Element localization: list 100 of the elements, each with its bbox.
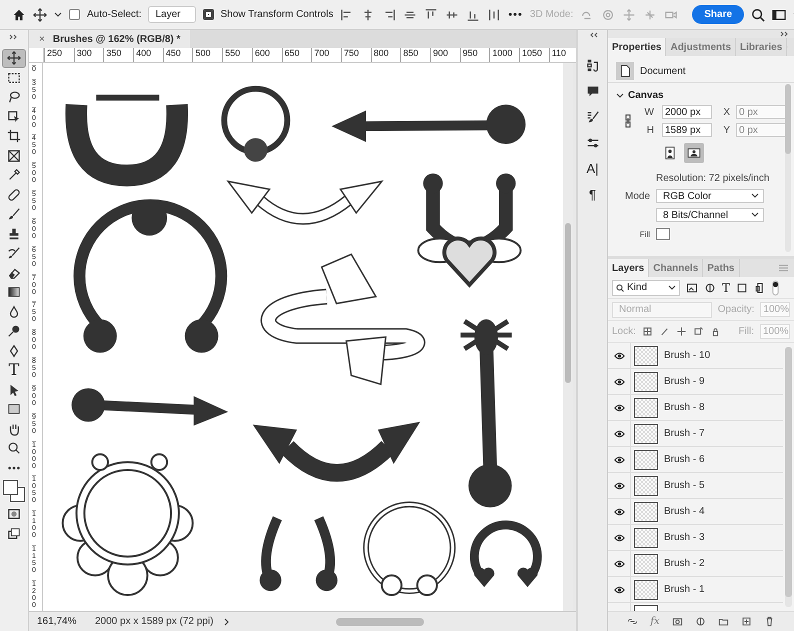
zoom-level[interactable]: 161,74% [37, 616, 85, 627]
panel-tab[interactable]: Layers [608, 259, 650, 277]
document-tab[interactable]: × Brushes @ 162% (RGB/8) * [29, 30, 190, 48]
paragraph-panel-button[interactable]: ¶ [589, 188, 596, 202]
ruler-label: 750 [340, 48, 371, 62]
share-button[interactable]: Share [692, 5, 744, 24]
caret-icon[interactable] [54, 10, 62, 18]
shape-filter-icon[interactable] [736, 282, 748, 294]
layer-row[interactable]: Brush - 3 [608, 525, 783, 551]
lock-option-icon[interactable] [642, 326, 653, 337]
eye-icon[interactable] [614, 352, 624, 360]
section-label: Document [640, 66, 686, 76]
align-icon[interactable] [424, 8, 438, 22]
color-swatches-icon[interactable] [2, 478, 26, 504]
hand-icon [7, 422, 21, 436]
eye-icon[interactable] [614, 560, 624, 568]
eye-icon[interactable] [614, 534, 624, 542]
collapse-icon[interactable] [588, 32, 598, 38]
layer-name: Brush - 3 [664, 532, 705, 543]
eye-icon[interactable] [614, 586, 624, 594]
brush-settings-icon[interactable] [586, 110, 600, 124]
lock-option-icon[interactable] [692, 326, 704, 337]
healing-icon [7, 188, 21, 202]
dimension-field[interactable]: 1589 px [662, 123, 712, 137]
field-label: X [723, 106, 730, 118]
collapse-icon[interactable] [780, 31, 790, 37]
dimension-field[interactable]: 2000 px [662, 105, 712, 119]
filter-dropdown[interactable]: Kind [612, 280, 680, 296]
lasso-icon [7, 90, 21, 104]
layer-action-icon[interactable] [672, 616, 683, 627]
layer-row[interactable]: Brush - 6 [608, 447, 783, 473]
auto-select-checkbox[interactable] [69, 9, 80, 20]
marquee-icon [7, 70, 21, 85]
mode-label: Mode [624, 190, 650, 202]
transform-controls-label: Show Transform Controls [220, 9, 334, 20]
pixel-filter-icon[interactable] [686, 282, 698, 294]
collapse-icon[interactable] [9, 34, 19, 40]
bit-depth-dropdown[interactable]: 8 Bits/Channel [656, 208, 764, 222]
transform-controls-checkbox[interactable] [202, 9, 214, 20]
search-icon[interactable] [751, 8, 766, 22]
target-dropdown[interactable]: Layer [148, 6, 196, 23]
layer-action-icon[interactable] [740, 616, 752, 627]
brush-icon [7, 207, 21, 222]
ruler-label: 850 [400, 48, 430, 62]
layer-row[interactable]: Brush - 1 [608, 577, 783, 603]
layer-row[interactable]: Brush - 8 [608, 395, 783, 421]
home-icon[interactable] [12, 8, 26, 22]
workspace-icon[interactable] [772, 8, 786, 22]
type-filter-button[interactable]: T [722, 280, 730, 294]
layer-action-icon[interactable] [627, 616, 638, 627]
comment-icon[interactable] [586, 84, 600, 98]
ruler-label: 300 [74, 48, 104, 62]
layer-row[interactable]: Brush - 5 [608, 473, 783, 499]
type-tool[interactable]: T [2, 361, 26, 380]
filter-toggle[interactable] [772, 280, 780, 296]
layer-style-button[interactable]: fx [650, 616, 660, 627]
ruler-label: 950 [460, 48, 490, 62]
dodge-icon [7, 324, 21, 338]
vertical-scrollbar[interactable] [785, 84, 791, 252]
eye-icon[interactable] [614, 482, 624, 490]
layer-row[interactable]: Brush - 7 [608, 421, 783, 447]
link-icon[interactable] [624, 114, 632, 128]
color-mode-dropdown[interactable]: RGB Color [656, 189, 764, 203]
adjustment-filter-icon[interactable] [704, 282, 716, 294]
field-label: Y [723, 124, 730, 136]
eye-icon[interactable] [614, 456, 624, 464]
ruler-label: 700 [311, 48, 341, 62]
layer-thumbnail [634, 424, 658, 444]
more-options-button[interactable]: ••• [508, 8, 523, 20]
vertical-scrollbar[interactable] [785, 347, 792, 607]
lock-option-icon[interactable] [676, 326, 687, 337]
move-tool-icon[interactable] [33, 8, 47, 22]
sliders-icon[interactable] [586, 136, 600, 150]
layer-name: Brush - 8 [664, 402, 705, 413]
eye-icon[interactable] [614, 430, 624, 438]
align-icon[interactable] [487, 8, 502, 22]
history-icon[interactable] [586, 58, 600, 72]
layer-row[interactable]: Brush - 9 [608, 369, 783, 395]
layer-action-icon[interactable] [694, 616, 706, 627]
layer-row[interactable]: Brush - 4 [608, 499, 783, 525]
layer-thumbnail [634, 476, 658, 496]
lock-option-icon[interactable] [658, 326, 670, 337]
layer-row[interactable]: Brush - 10 [608, 343, 783, 369]
layer-action-icon[interactable] [718, 616, 729, 627]
character-panel-button[interactable]: A| [586, 162, 599, 176]
layer-row[interactable]: Brush - 2 [608, 551, 783, 577]
eye-icon[interactable] [614, 378, 624, 386]
chevron-right-icon[interactable] [223, 618, 232, 626]
layer-thumbnail [634, 372, 658, 392]
panel-tab[interactable]: Properties [608, 38, 666, 56]
eye-icon[interactable] [614, 404, 624, 412]
crop-icon [7, 129, 21, 144]
history-brush-icon [7, 246, 21, 260]
chevron-down-icon[interactable] [616, 92, 624, 100]
eye-icon[interactable] [614, 508, 624, 516]
fill-swatch[interactable] [656, 228, 670, 240]
move-tool[interactable] [2, 49, 26, 68]
landscape-orientation-button[interactable] [684, 143, 704, 163]
zoom-icon [7, 441, 21, 456]
resolution-text: Resolution: 72 pixels/inch [656, 173, 770, 184]
